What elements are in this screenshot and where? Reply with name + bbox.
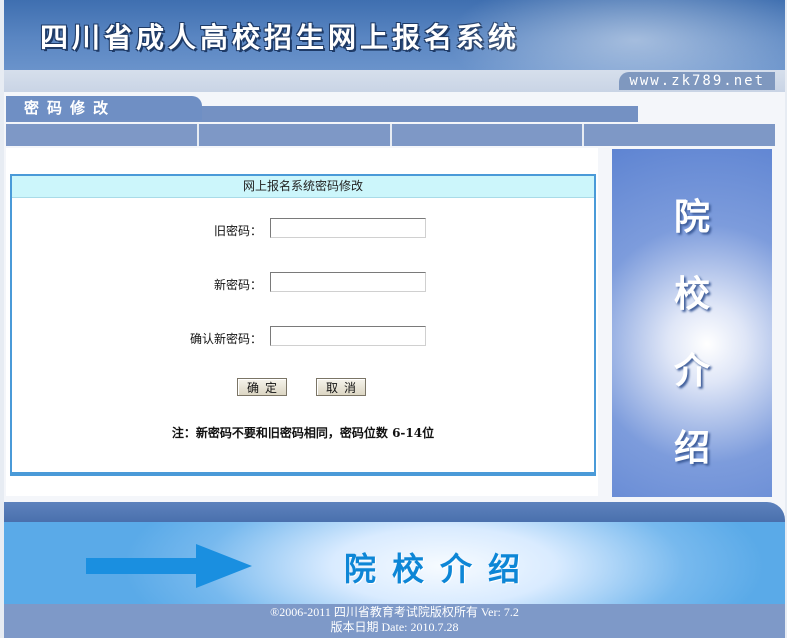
- side-char-2: 校: [673, 274, 710, 315]
- footer-version-date: 版本日期 Date: 2010.7.28: [330, 620, 459, 634]
- old-password-row: 旧密码：: [12, 218, 594, 240]
- school-intro-banner[interactable]: 院校介绍: [4, 522, 785, 604]
- nav-bar: [6, 124, 775, 146]
- new-password-row: 新密码：: [12, 272, 594, 294]
- promo-title: 院校介绍: [344, 550, 537, 588]
- nav-tab-1[interactable]: [6, 124, 199, 146]
- password-form: 网上报名系统密码修改 旧密码： 新密码： 确认新密码： 确定 取消 注：新密码不…: [10, 174, 596, 476]
- new-password-label: 新密码：: [213, 278, 262, 292]
- section-title: 密码修改: [24, 99, 117, 117]
- header-banner: 四川省成人高校招生网上报名系统: [4, 0, 785, 70]
- cancel-button[interactable]: 取消: [316, 378, 366, 396]
- side-char-3: 介: [673, 351, 710, 392]
- site-url: www.zk789.net: [619, 72, 775, 90]
- school-intro-side-banner[interactable]: 院 校 介 绍: [612, 149, 772, 497]
- side-char-1: 院: [673, 197, 710, 238]
- arrow-right-icon: [86, 544, 252, 588]
- nav-tab-2[interactable]: [198, 124, 392, 146]
- confirm-password-row: 确认新密码：: [12, 326, 594, 348]
- old-password-label: 旧密码：: [213, 224, 262, 238]
- confirm-password-input[interactable]: [270, 326, 426, 346]
- section-separator: [4, 502, 785, 522]
- confirm-button[interactable]: 确定: [237, 378, 287, 396]
- confirm-password-label: 确认新密码：: [189, 332, 262, 346]
- password-note: 注：新密码不要和旧密码相同，密码位数 6-14位: [171, 426, 435, 440]
- side-text: 院 校 介 绍: [612, 179, 772, 487]
- nav-tab-4[interactable]: [584, 124, 775, 146]
- nav-tab-3[interactable]: [391, 124, 585, 146]
- footer-copyright: ®2006-2011 四川省教育考试院版权所有 Ver: 7.2: [270, 605, 519, 619]
- form-heading: 网上报名系统密码修改: [12, 176, 594, 198]
- side-char-4: 绍: [673, 428, 710, 469]
- footer: ®2006-2011 四川省教育考试院版权所有 Ver: 7.2 版本日期 Da…: [4, 604, 785, 638]
- site-title: 四川省成人高校招生网上报名系统: [40, 21, 521, 54]
- old-password-input[interactable]: [270, 218, 426, 238]
- new-password-input[interactable]: [270, 272, 426, 292]
